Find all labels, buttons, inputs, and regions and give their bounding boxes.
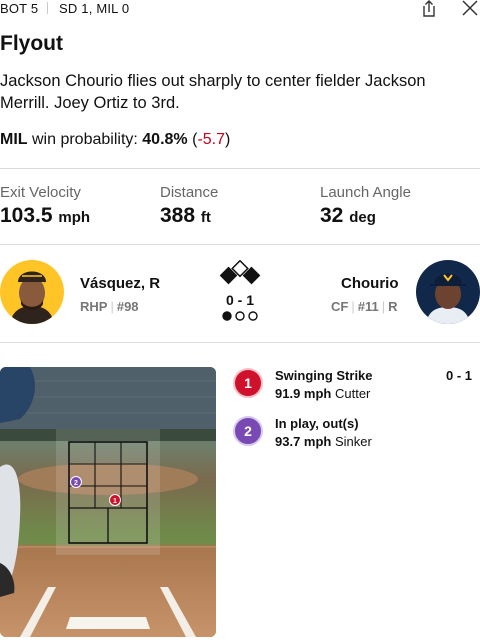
pitcher-name[interactable]: Vásquez, R bbox=[80, 275, 160, 292]
pitcher-avatar[interactable] bbox=[0, 260, 64, 324]
inning-label: BOT 5 bbox=[0, 1, 39, 16]
pitch-type: Cutter bbox=[334, 386, 371, 401]
stat-value: 32 deg bbox=[320, 204, 411, 228]
divider bbox=[0, 342, 480, 343]
batter-avatar[interactable] bbox=[416, 260, 480, 324]
pitch-detail: 93.7 mph Sinker bbox=[275, 434, 372, 449]
pitcher-position: RHP bbox=[80, 299, 108, 314]
pitch-speed: 93.7 mph bbox=[275, 434, 332, 449]
batter-number: #11 bbox=[357, 299, 379, 314]
pitch-marker-label: 2 bbox=[74, 480, 78, 487]
divider bbox=[47, 2, 48, 14]
play-description: Jackson Chourio flies out sharply to cen… bbox=[0, 72, 426, 112]
pitch-list-item[interactable]: 1 Swinging Strike 91.9 mph Cutter 0 - 1 bbox=[233, 368, 480, 408]
pitch-result: Swinging Strike bbox=[275, 368, 373, 383]
pitch-list-item[interactable]: 2 In play, out(s) 93.7 mph Sinker bbox=[233, 416, 480, 456]
divider: | bbox=[351, 299, 355, 314]
close-icon bbox=[462, 0, 478, 16]
stat-value: 103.5 mph bbox=[0, 204, 90, 228]
share-button[interactable] bbox=[419, 0, 439, 18]
share-icon bbox=[423, 0, 435, 17]
pitcher-meta: RHP | #98 bbox=[80, 299, 139, 314]
batter-headshot-icon bbox=[416, 260, 480, 324]
pitch-speed: 91.9 mph bbox=[275, 386, 332, 401]
pitch-number-badge: 2 bbox=[233, 416, 263, 446]
pitch-detail: 91.9 mph Cutter bbox=[275, 386, 370, 401]
field-background-icon: 2 1 bbox=[0, 367, 216, 637]
batter-bats: R bbox=[388, 299, 398, 314]
outs-indicator-icon bbox=[222, 311, 258, 321]
stat-label: Distance bbox=[160, 184, 219, 201]
bases-diamond-icon bbox=[219, 260, 261, 285]
pitcher-headshot-icon bbox=[0, 260, 64, 324]
score-label: SD 1, MIL 0 bbox=[59, 1, 130, 16]
stat-label: Exit Velocity bbox=[0, 184, 81, 201]
stat-exit-velocity: Exit Velocity 103.5 mph bbox=[0, 184, 90, 228]
stat-number: 388 bbox=[160, 204, 196, 227]
win-prob-label: win probability: bbox=[32, 131, 138, 148]
game-status-bar: BOT 5 SD 1, MIL 0 bbox=[0, 0, 480, 18]
divider bbox=[0, 168, 480, 169]
stat-label: Launch Angle bbox=[320, 184, 411, 201]
pitcher-number: #98 bbox=[116, 299, 139, 314]
divider: | bbox=[381, 299, 386, 314]
pitch-result: In play, out(s) bbox=[275, 416, 359, 431]
close-button[interactable] bbox=[460, 0, 480, 18]
batter-position: CF bbox=[331, 299, 349, 314]
win-probability: MIL win probability: 40.8% (-5.7) bbox=[0, 131, 230, 149]
batter-name[interactable]: Chourio bbox=[341, 275, 399, 292]
win-prob-change: -5.7 bbox=[197, 131, 226, 148]
stat-unit: mph bbox=[58, 209, 91, 226]
pitch-number-badge: 1 bbox=[233, 368, 263, 398]
win-prob-team: MIL bbox=[0, 131, 28, 148]
pitch-location-view: 2 1 bbox=[0, 367, 216, 637]
pitch-count: 0 - 1 bbox=[445, 368, 472, 383]
stat-unit: deg bbox=[349, 209, 376, 226]
stat-value: 388 ft bbox=[160, 204, 218, 228]
stat-number: 32 bbox=[320, 204, 344, 227]
win-prob-value: 40.8% bbox=[142, 131, 188, 148]
play-title: Flyout bbox=[0, 32, 63, 55]
win-prob-close: ) bbox=[225, 131, 231, 148]
pitch-marker-label: 1 bbox=[113, 498, 117, 505]
stat-unit: ft bbox=[200, 209, 211, 226]
divider bbox=[0, 244, 480, 245]
divider: | bbox=[110, 299, 114, 314]
ball-strike-count: 0 - 1 bbox=[225, 292, 254, 308]
pitch-type: Sinker bbox=[334, 434, 372, 449]
stat-distance: Distance 388 ft bbox=[160, 184, 218, 228]
stat-number: 103.5 bbox=[0, 204, 53, 227]
batter-meta: CF | #11 | R bbox=[331, 299, 398, 314]
stat-launch-angle: Launch Angle 32 deg bbox=[320, 184, 411, 228]
